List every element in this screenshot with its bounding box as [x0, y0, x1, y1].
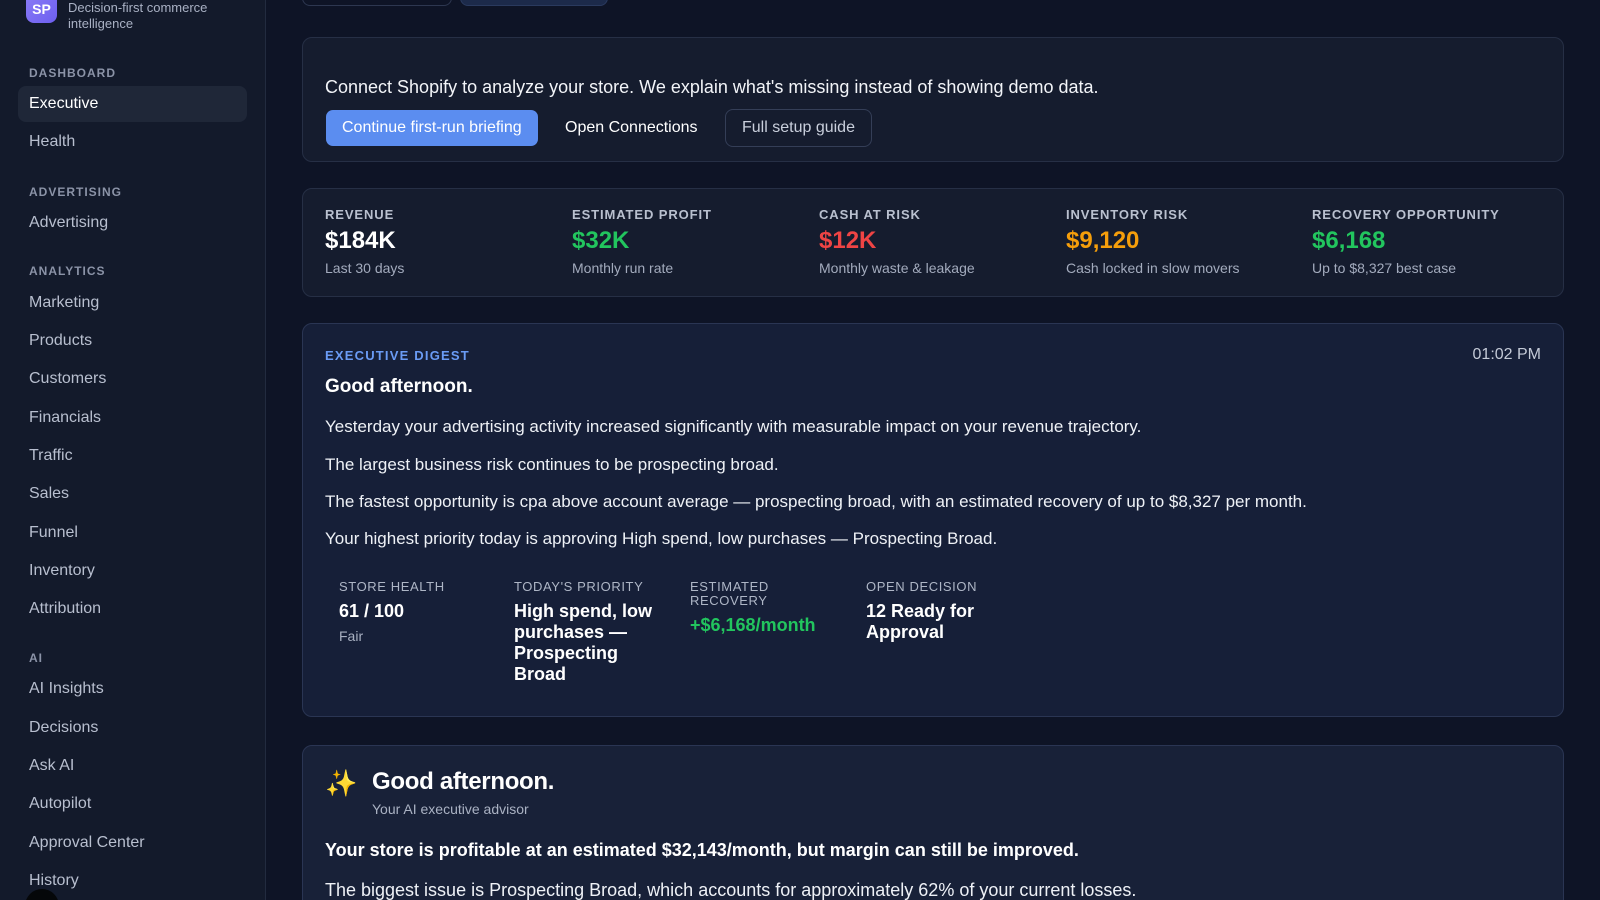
sidebar-item-ask-ai[interactable]: Ask AI: [18, 748, 247, 784]
sparkles-icon: ✨: [325, 768, 358, 798]
advisor-title: Good afternoon.: [372, 768, 555, 795]
sidebar-item-attribution[interactable]: Attribution: [18, 591, 247, 627]
sidebar-item-approval-center[interactable]: Approval Center: [18, 825, 247, 861]
kpi-estimated-profit: ESTIMATED PROFIT $32K Monthly run rate: [572, 207, 812, 276]
brand-logo[interactable]: SP: [26, 0, 57, 23]
kpi-subtext: Monthly waste & leakage: [819, 260, 975, 276]
sidebar-item-sales[interactable]: Sales: [18, 476, 247, 512]
stat-store-health: STORE HEALTH 61 / 100 Fair: [339, 579, 479, 645]
kpi-label: CASH AT RISK: [819, 207, 921, 222]
stat-label: ESTIMATED RECOVERY: [690, 579, 769, 608]
nav-section-dashboard: DASHBOARD: [29, 66, 116, 80]
kpi-inventory-risk: INVENTORY RISK $9,120 Cash locked in slo…: [1066, 207, 1306, 276]
kpi-strip: REVENUE $184K Last 30 days ESTIMATED PRO…: [302, 188, 1564, 297]
stat-todays-priority: TODAY'S PRIORITY High spend, low purchas…: [514, 580, 654, 685]
kpi-subtext: Up to $8,327 best case: [1312, 260, 1456, 276]
sidebar-item-autopilot[interactable]: Autopilot: [18, 786, 247, 822]
digest-time: 01:02 PM: [1472, 346, 1541, 363]
ai-advisor-card: ✨ Good afternoon. Your AI executive advi…: [302, 745, 1564, 900]
stat-value: 12 Ready for Approval: [866, 601, 975, 642]
digest-line: Your highest priority today is approving…: [325, 529, 998, 548]
top-toolbar-button-active[interactable]: [460, 0, 608, 6]
stat-label: TODAY'S PRIORITY: [514, 579, 644, 594]
sidebar-item-funnel[interactable]: Funnel: [18, 515, 247, 551]
kpi-recovery-opportunity: RECOVERY OPPORTUNITY $6,168 Up to $8,327…: [1312, 207, 1552, 276]
stat-estimated-recovery: ESTIMATED RECOVERY +$6,168/month: [690, 579, 816, 636]
kpi-value: $12K: [819, 227, 877, 254]
sidebar-item-health[interactable]: Health: [18, 124, 247, 160]
sidebar-item-customers[interactable]: Customers: [18, 361, 247, 397]
top-toolbar-button[interactable]: [302, 0, 452, 6]
sidebar-item-products[interactable]: Products: [18, 323, 247, 359]
stat-open-decision: OPEN DECISION 12 Ready for Approval: [866, 580, 996, 643]
digest-line: Yesterday your advertising activity incr…: [325, 417, 1142, 436]
stat-value: High spend, low purchases — Prospecting …: [514, 601, 652, 684]
executive-digest-card: EXECUTIVE DIGEST 01:02 PM Good afternoon…: [302, 323, 1564, 717]
sidebar-item-traffic[interactable]: Traffic: [18, 438, 247, 474]
stat-label: STORE HEALTH: [339, 579, 445, 594]
onboarding-message: Connect Shopify to analyze your store. W…: [325, 77, 1099, 97]
kpi-value: $9,120: [1066, 227, 1140, 254]
kpi-revenue: REVENUE $184K Last 30 days: [325, 207, 565, 276]
digest-line: The largest business risk continues to b…: [325, 455, 779, 474]
stat-subtext: Fair: [339, 628, 364, 644]
kpi-label: RECOVERY OPPORTUNITY: [1312, 207, 1500, 222]
advisor-subtitle: Your AI executive advisor: [372, 801, 529, 817]
kpi-subtext: Last 30 days: [325, 260, 405, 276]
nav-section-advertising: ADVERTISING: [29, 185, 123, 199]
kpi-label: INVENTORY RISK: [1066, 207, 1189, 222]
stat-label: OPEN DECISION: [866, 579, 978, 594]
continue-briefing-button[interactable]: Continue first-run briefing: [326, 110, 538, 146]
advisor-headline: Your store is profitable at an estimated…: [325, 840, 1079, 860]
sidebar-item-marketing[interactable]: Marketing: [18, 285, 247, 321]
digest-label: EXECUTIVE DIGEST: [325, 348, 470, 363]
sidebar-item-advertising[interactable]: Advertising: [18, 205, 247, 241]
brand[interactable]: SP Decision-first commerce intelligence: [26, 0, 256, 36]
kpi-label: ESTIMATED PROFIT: [572, 207, 712, 222]
sidebar: SP Decision-first commerce intelligence …: [0, 0, 266, 900]
nav-section-ai: AI: [29, 651, 43, 665]
kpi-subtext: Cash locked in slow movers: [1066, 260, 1240, 276]
full-setup-guide-button[interactable]: Full setup guide: [725, 109, 872, 147]
kpi-value: $32K: [572, 227, 630, 254]
kpi-value: $184K: [325, 227, 396, 254]
brand-tagline: Decision-first commerce intelligence: [68, 0, 208, 31]
sidebar-item-ai-insights[interactable]: AI Insights: [18, 671, 247, 707]
sidebar-item-inventory[interactable]: Inventory: [18, 553, 247, 589]
nav-section-analytics: ANALYTICS: [29, 264, 106, 278]
stat-value: 61 / 100: [339, 601, 405, 621]
kpi-cash-at-risk: CASH AT RISK $12K Monthly waste & leakag…: [819, 207, 1059, 276]
sidebar-item-executive[interactable]: Executive: [18, 86, 247, 122]
sidebar-item-financials[interactable]: Financials: [18, 400, 247, 436]
kpi-value: $6,168: [1312, 227, 1386, 254]
advisor-body: The biggest issue is Prospecting Broad, …: [325, 880, 1137, 900]
stat-value: +$6,168/month: [690, 615, 816, 635]
digest-line: The fastest opportunity is cpa above acc…: [325, 492, 1307, 511]
kpi-subtext: Monthly run rate: [572, 260, 674, 276]
sidebar-item-decisions[interactable]: Decisions: [18, 710, 247, 746]
onboarding-card: Connect Shopify to analyze your store. W…: [302, 37, 1564, 162]
kpi-label: REVENUE: [325, 207, 395, 222]
digest-greeting: Good afternoon.: [325, 376, 473, 397]
open-connections-button[interactable]: Open Connections: [565, 110, 698, 146]
